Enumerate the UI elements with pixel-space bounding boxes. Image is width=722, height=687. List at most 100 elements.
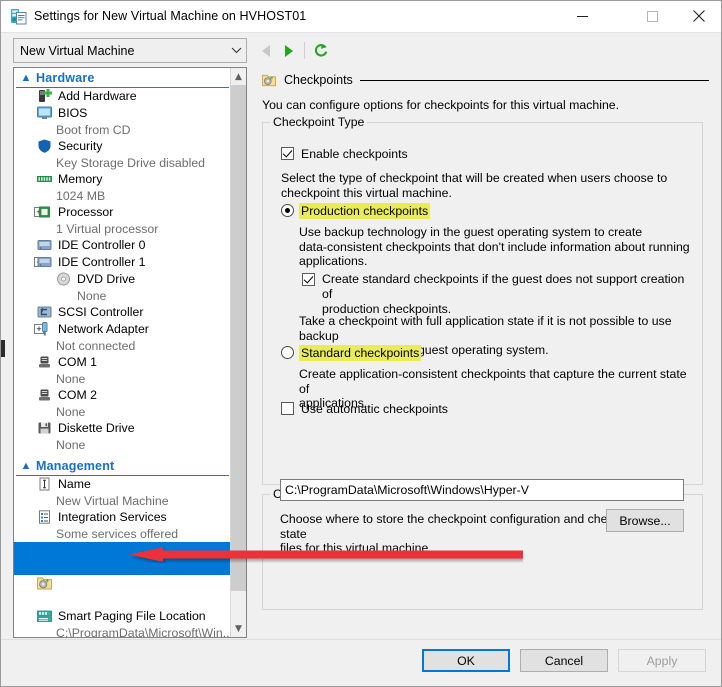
automatic-checkpoints-checkbox-row[interactable]: Use automatic checkpoints (281, 402, 448, 416)
browse-button[interactable]: Browse... (606, 509, 684, 532)
tree-item-sublabel: New Virtual Machine (56, 494, 169, 508)
sidebar-item-checkpoints[interactable]: Checkpoints Production (14, 542, 231, 608)
checkpoints-icon (36, 575, 53, 591)
tree-item-label: Diskette Drive (58, 421, 135, 435)
tree-item-sublabel: Key Storage Drive disabled (56, 156, 206, 170)
smart-paging-icon (36, 608, 53, 624)
maximize-icon (646, 10, 658, 22)
checkpoint-type-legend: Checkpoint Type (270, 115, 368, 129)
tree-item-diskette-drive[interactable]: Diskette Drive None (14, 420, 231, 453)
name-icon (36, 476, 53, 492)
checkpoint-type-description: Select the type of checkpoint that will … (281, 171, 668, 200)
tree-group-hardware-label: Hardware (36, 70, 95, 85)
standard-fallback-checkbox-row[interactable]: Create standard checkpoints if the guest… (302, 272, 692, 317)
header-rule (359, 79, 709, 81)
com-port-icon (36, 354, 53, 370)
use-automatic-checkpoints-label: Use automatic checkpoints (301, 402, 448, 416)
processor-icon (36, 204, 53, 220)
tree-item-label: COM 2 (58, 388, 97, 402)
tree-item-label: Integration Services (58, 510, 167, 524)
back-button[interactable] (257, 42, 275, 60)
tree-item-com-1[interactable]: COM 1 None (14, 354, 231, 387)
standard-checkpoints-label: Standard checkpoints (299, 345, 422, 361)
chevron-down-icon: ▼ (235, 623, 242, 634)
tree-item-scsi-controller[interactable]: SCSI Controller (14, 304, 231, 321)
production-checkpoints-radio-row[interactable]: Production checkpoints (281, 203, 431, 219)
checkpoints-icon (261, 72, 277, 88)
close-icon (693, 10, 705, 22)
tree-item-security[interactable]: Security Key Storage Drive disabled (14, 138, 231, 171)
production-checkpoints-label: Production checkpoints (299, 203, 431, 219)
tree-item-ide-controller-1[interactable]: − IDE Controller 1 (14, 254, 231, 271)
maximize-button[interactable] (629, 1, 675, 31)
dvd-drive-icon (55, 271, 72, 287)
tree-item-ide-controller-0[interactable]: IDE Controller 0 (14, 237, 231, 254)
cancel-button[interactable]: Cancel (520, 649, 608, 672)
tree-item-name[interactable]: Name New Virtual Machine (14, 476, 231, 509)
ide-controller-icon (36, 254, 53, 270)
forward-button[interactable] (279, 42, 297, 60)
use-automatic-checkpoints-checkbox[interactable] (281, 402, 294, 415)
settings-dialog: Settings for New Virtual Machine on HVHO… (0, 0, 722, 687)
minimize-button[interactable] (559, 1, 605, 31)
production-checkpoints-radio[interactable] (281, 204, 294, 217)
integration-services-icon (36, 509, 53, 525)
tree-scrollbar[interactable]: ▲ ▼ (230, 68, 246, 637)
tree-group-hardware[interactable]: ▲ Hardware (16, 68, 229, 88)
tree-item-bios[interactable]: BIOS Boot from CD (14, 105, 231, 138)
ok-button[interactable]: OK (422, 649, 510, 672)
standard-fallback-label: Create standard checkpoints if the guest… (322, 272, 685, 316)
apply-button: Apply (618, 649, 706, 672)
tree-item-label: Checkpoints (58, 576, 126, 590)
tree-item-sublabel: 1 Virtual processor (56, 222, 159, 236)
window-edge-artifact (1, 340, 5, 357)
dialog-button-bar: OK Cancel Apply (1, 639, 721, 686)
tree-item-processor[interactable]: + Processor 1 Virtual processor (14, 204, 231, 237)
tree-item-sublabel: Production (56, 593, 115, 607)
close-button[interactable] (676, 1, 721, 31)
minimize-icon (576, 15, 588, 17)
tree-item-label: BIOS (58, 106, 88, 120)
standard-fallback-checkbox[interactable] (302, 273, 315, 286)
add-hardware-icon (36, 88, 53, 104)
enable-checkpoints-checkbox-row[interactable]: Enable checkpoints (281, 147, 408, 161)
tree-group-management-label: Management (36, 458, 115, 473)
tree-item-label: SCSI Controller (58, 305, 144, 319)
checkpoint-file-path-input[interactable]: C:\ProgramData\Microsoft\Windows\Hyper-V (280, 479, 684, 501)
window-title: Settings for New Virtual Machine on HVHO… (34, 9, 307, 23)
refresh-button[interactable] (312, 42, 330, 60)
ide-controller-icon (36, 237, 53, 253)
panel-header: Checkpoints (261, 71, 709, 89)
tree-item-add-hardware[interactable]: Add Hardware (14, 88, 231, 105)
settings-navigation-tree[interactable]: ▲ Hardware Add Hardware BIOS Boot from C… (13, 67, 247, 638)
tree-item-com-2[interactable]: COM 2 None (14, 387, 231, 420)
tree-item-smart-paging-file-location[interactable]: Smart Paging File Location C:\ProgramDat… (14, 608, 231, 638)
toolbar-separator (304, 42, 305, 59)
tree-item-label: Memory (58, 172, 103, 186)
scroll-up-button[interactable]: ▲ (231, 68, 246, 85)
tree-item-integration-services[interactable]: Integration Services Some services offer… (14, 509, 231, 542)
tree-item-dvd-drive[interactable]: DVD Drive None (14, 271, 231, 304)
hyperv-settings-icon (10, 8, 27, 25)
tree-item-memory[interactable]: Memory 1024 MB (14, 171, 231, 204)
vm-selector-combobox[interactable]: New Virtual Machine (13, 38, 247, 63)
tree-group-management[interactable]: ▲ Management (16, 456, 229, 476)
forward-arrow-icon (284, 45, 293, 57)
tree-item-sublabel: Boot from CD (56, 123, 131, 137)
standard-checkpoints-radio[interactable] (281, 346, 294, 359)
tree-item-sublabel: None (56, 372, 86, 386)
enable-checkpoints-checkbox[interactable] (281, 147, 294, 160)
tree-item-label: COM 1 (58, 355, 97, 369)
scroll-down-button[interactable]: ▼ (231, 620, 246, 637)
tree-item-network-adapter[interactable]: + Network Adapter Not connected (14, 321, 231, 354)
tree-item-label: Processor (58, 205, 114, 219)
tree-item-label: IDE Controller 1 (58, 255, 146, 269)
tree-item-label: Smart Paging File Location (58, 609, 206, 623)
scrollbar-thumb[interactable] (231, 85, 246, 591)
tree-item-sublabel: C:\ProgramData\Microsoft\Win... (56, 626, 231, 638)
checkpoints-settings-panel: Checkpoints You can configure options fo… (256, 67, 711, 638)
double-chevron-up-icon: ▲ (20, 71, 32, 84)
standard-checkpoints-radio-row[interactable]: Standard checkpoints (281, 345, 422, 361)
back-arrow-icon (261, 45, 270, 57)
chevron-down-icon (226, 47, 246, 54)
